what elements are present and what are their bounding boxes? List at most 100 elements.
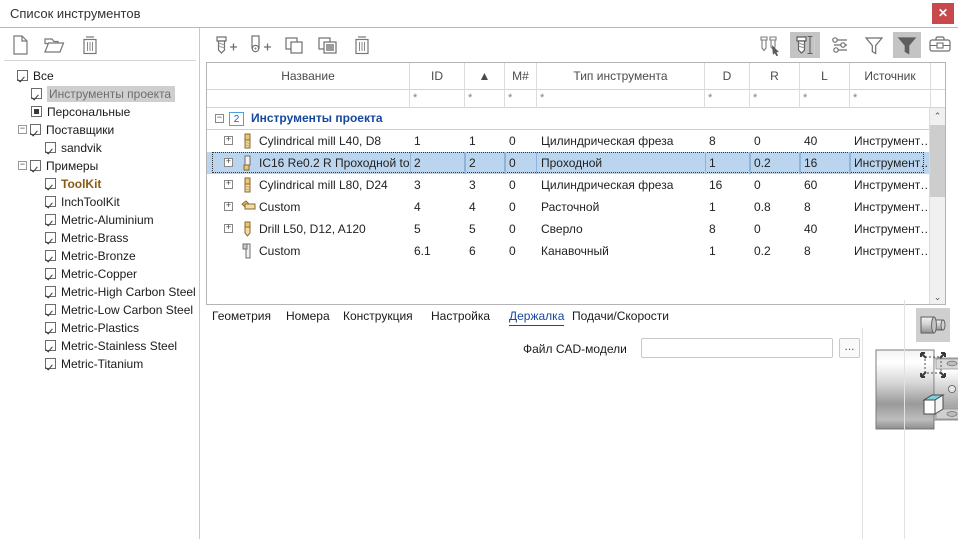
- tree-item-sandvik[interactable]: sandvik: [0, 138, 200, 156]
- wireframe-bounds-icon[interactable]: [916, 348, 950, 382]
- grid-row[interactable]: +IC16 Re0.2 R Проходной tool220Проходной…: [207, 152, 931, 174]
- tree-item-metric-titanium[interactable]: Metric-Titanium: [0, 354, 200, 372]
- grid-cell-type[interactable]: Расточной: [541, 196, 703, 218]
- tree-item-metric-brass[interactable]: Metric-Brass: [0, 228, 200, 246]
- grid-cell-m[interactable]: 0: [509, 240, 535, 262]
- row-expander-icon[interactable]: +: [224, 202, 233, 211]
- tree-item-inchtoolkit[interactable]: InchToolKit: [0, 192, 200, 210]
- grid-column-header[interactable]: L: [800, 63, 850, 90]
- grid-cell-r[interactable]: 0: [754, 218, 798, 240]
- grid-cell-r[interactable]: 0.2: [754, 152, 798, 174]
- filter-empty-icon[interactable]: [860, 32, 888, 58]
- tree-item-metric-copper[interactable]: Metric-Copper: [0, 264, 200, 282]
- grid-cell-m[interactable]: 0: [509, 152, 535, 174]
- grid-cell-l[interactable]: 60: [804, 174, 848, 196]
- tab-подачи-скорости[interactable]: Подачи/Скорости: [572, 306, 669, 326]
- tree-item-checkbox[interactable]: [30, 124, 41, 135]
- tree-item--[interactable]: Персональные: [0, 102, 200, 120]
- group-expander-icon[interactable]: −: [215, 114, 224, 123]
- grid-cell-id[interactable]: 1: [414, 130, 463, 152]
- tab-конструкция[interactable]: Конструкция: [343, 306, 413, 326]
- tree-item-checkbox[interactable]: [45, 322, 56, 333]
- grid-cell-d[interactable]: 1: [709, 196, 748, 218]
- grid-cell-type[interactable]: Проходной: [541, 152, 703, 174]
- grid-column-header[interactable]: Тип инструмента: [537, 63, 705, 90]
- tree-item--[interactable]: −Примеры: [0, 156, 200, 174]
- grid-row[interactable]: +Cylindrical mill L80, D24330Цилиндричес…: [207, 174, 931, 196]
- grid-cell-m[interactable]: 0: [509, 218, 535, 240]
- grid-cell-source[interactable]: Инструмент…: [854, 218, 929, 240]
- grid-cell-l[interactable]: 40: [804, 130, 848, 152]
- tree-item-checkbox[interactable]: [45, 358, 56, 369]
- tree-item--[interactable]: Все: [0, 66, 200, 84]
- grid-cell-name[interactable]: Cylindrical mill L40, D8: [259, 130, 410, 152]
- grid-cell-source[interactable]: Инструмент…: [854, 240, 929, 262]
- box-view-icon[interactable]: [916, 388, 950, 422]
- grid-filter-cell[interactable]: *: [465, 90, 505, 108]
- filter-active-icon[interactable]: [893, 32, 921, 58]
- grid-cell-r[interactable]: 0.2: [754, 240, 798, 262]
- grid-column-header[interactable]: M#: [505, 63, 537, 90]
- tree-item-checkbox[interactable]: [31, 88, 42, 99]
- tree-item-checkbox[interactable]: [17, 70, 28, 81]
- cad-browse-button[interactable]: ...: [839, 338, 860, 358]
- grid-row[interactable]: +Drill L50, D12, A120550Сверло8040Инстру…: [207, 218, 931, 240]
- row-expander-icon[interactable]: +: [224, 180, 233, 189]
- tab-настройка[interactable]: Настройка: [431, 306, 490, 326]
- grid-cell-id[interactable]: 3: [414, 174, 463, 196]
- tree-item-metric-high-carbon-steel[interactable]: Metric-High Carbon Steel: [0, 282, 200, 300]
- grid-cell-d[interactable]: 16: [709, 174, 748, 196]
- tree-expander-icon[interactable]: −: [18, 125, 27, 134]
- grid-cell-name[interactable]: Custom: [259, 240, 410, 262]
- tree-item-checkbox[interactable]: [45, 178, 56, 189]
- grid-group-row[interactable]: − 2 Инструменты проекта: [207, 108, 931, 130]
- tree-item-metric-stainless-steel[interactable]: Metric-Stainless Steel: [0, 336, 200, 354]
- tree-item-checkbox[interactable]: [45, 250, 56, 261]
- grid-cell-d[interactable]: 1: [709, 152, 748, 174]
- tab-номера[interactable]: Номера: [286, 306, 330, 326]
- grid-cell-l[interactable]: 40: [804, 218, 848, 240]
- grid-cell-id[interactable]: 5: [414, 218, 463, 240]
- grid-column-header[interactable]: Название: [207, 63, 410, 90]
- grid-cell-r[interactable]: 0.8: [754, 196, 798, 218]
- row-expander-icon[interactable]: +: [224, 224, 233, 233]
- grid-cell-type[interactable]: Цилиндрическая фреза: [541, 130, 703, 152]
- grid-cell-sort[interactable]: 5: [469, 218, 503, 240]
- grid-cell-source[interactable]: Инструмент…: [854, 152, 929, 174]
- grid-cell-l[interactable]: 16: [804, 152, 848, 174]
- grid-cell-source[interactable]: Инструмент…: [854, 174, 929, 196]
- tree-item-checkbox[interactable]: [45, 340, 56, 351]
- tree-item-metric-plastics[interactable]: Metric-Plastics: [0, 318, 200, 336]
- grid-cell-sort[interactable]: 1: [469, 130, 503, 152]
- grid-cell-type[interactable]: Канавочный: [541, 240, 703, 262]
- grid-filter-cell[interactable]: *: [505, 90, 537, 108]
- grid-cell-l[interactable]: 8: [804, 240, 848, 262]
- grid-cell-source[interactable]: Инструмент…: [854, 130, 929, 152]
- tab-геометрия[interactable]: Геометрия: [212, 306, 271, 326]
- grid-cell-d[interactable]: 8: [709, 130, 748, 152]
- grid-cell-id[interactable]: 4: [414, 196, 463, 218]
- tree-item-checkbox[interactable]: [45, 304, 56, 315]
- grid-cell-sort[interactable]: 2: [469, 152, 503, 174]
- grid-column-header[interactable]: ▲: [465, 63, 505, 90]
- paste-icon[interactable]: [314, 32, 342, 58]
- grid-cell-type[interactable]: Цилиндрическая фреза: [541, 174, 703, 196]
- grid-column-header[interactable]: ID: [410, 63, 465, 90]
- add-turn-tool-icon[interactable]: [244, 32, 274, 58]
- tree-item-checkbox[interactable]: [45, 286, 56, 297]
- grid-column-header[interactable]: Источник: [850, 63, 931, 90]
- grid-cell-sort[interactable]: 6: [469, 240, 503, 262]
- tree-item-checkbox[interactable]: [45, 232, 56, 243]
- grid-cell-d[interactable]: 8: [709, 218, 748, 240]
- new-file-icon[interactable]: [6, 32, 34, 58]
- row-expander-icon[interactable]: +: [224, 158, 233, 167]
- row-expander-icon[interactable]: +: [224, 136, 233, 145]
- grid-filter-cell[interactable]: *: [750, 90, 800, 108]
- grid-cell-sort[interactable]: 3: [469, 174, 503, 196]
- tree-item--[interactable]: −Поставщики: [0, 120, 200, 138]
- scroll-up-arrow[interactable]: ⌃: [930, 108, 945, 124]
- delete-trash-icon[interactable]: [348, 32, 376, 58]
- tree-item-checkbox[interactable]: [45, 142, 56, 153]
- grid-cell-id[interactable]: 6.1: [414, 240, 463, 262]
- grid-cell-name[interactable]: IC16 Re0.2 R Проходной tool: [259, 152, 410, 174]
